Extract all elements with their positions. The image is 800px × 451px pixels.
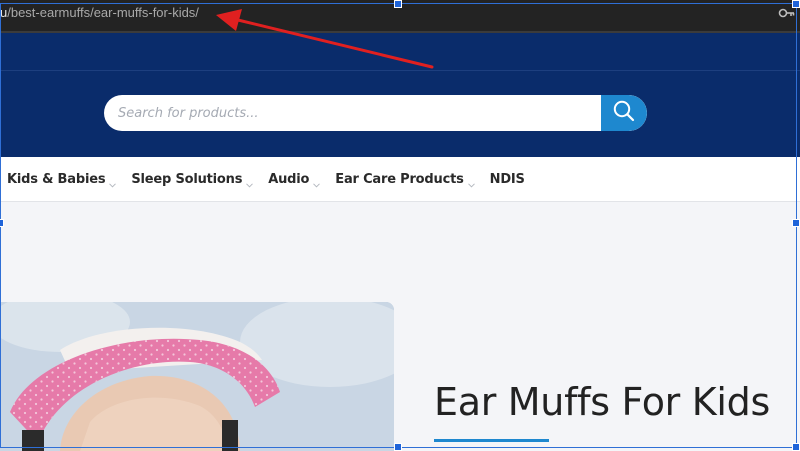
- resize-handle-right[interactable]: [792, 219, 800, 227]
- search-button[interactable]: [601, 95, 647, 131]
- resize-handle-left[interactable]: [0, 219, 4, 227]
- nav-item-label: Sleep Solutions: [131, 172, 243, 187]
- nav-item-kids-babies[interactable]: Kids & Babies: [7, 172, 117, 188]
- header-divider: [0, 70, 800, 71]
- page-title: Ear Muffs For Kids: [434, 380, 770, 424]
- resize-handle-top[interactable]: [394, 0, 402, 8]
- nav-item-label: Kids & Babies: [7, 172, 106, 187]
- nav-item-label: NDIS: [489, 172, 525, 187]
- resize-handle-bottom-right[interactable]: [792, 443, 800, 451]
- nav-item-ear-care-products[interactable]: Ear Care Products: [335, 172, 475, 188]
- url-path: /best-earmuffs/ear-muffs-for-kids/: [7, 5, 199, 20]
- search-input[interactable]: [104, 95, 601, 131]
- nav-item-label: Audio: [268, 172, 310, 187]
- search-icon: [612, 99, 636, 128]
- hero-product-image: [0, 302, 394, 451]
- resize-handle-bottom[interactable]: [394, 443, 402, 451]
- resize-handle-top-right[interactable]: [792, 0, 800, 8]
- chevron-down-icon: [109, 177, 117, 188]
- nav-item-sleep-solutions[interactable]: Sleep Solutions: [131, 172, 254, 188]
- site-header: [0, 33, 800, 157]
- chevron-down-icon: [313, 177, 321, 188]
- key-icon[interactable]: [778, 6, 796, 20]
- nav-item-audio[interactable]: Audio: [268, 172, 321, 188]
- main-nav: Kids & Babies Sleep Solutions Audio Ear …: [0, 157, 800, 202]
- screenshot: u/best-earmuffs/ear-muffs-for-kids/ Sear…: [0, 0, 800, 451]
- nav-item-ndis[interactable]: NDIS: [490, 172, 525, 187]
- chevron-down-icon: [467, 177, 475, 188]
- url-text[interactable]: u/best-earmuffs/ear-muffs-for-kids/: [0, 5, 199, 20]
- nav-item-label: Ear Care Products: [335, 172, 464, 187]
- title-underline: [434, 439, 549, 442]
- product-search: [104, 95, 647, 131]
- chevron-down-icon: [246, 177, 254, 188]
